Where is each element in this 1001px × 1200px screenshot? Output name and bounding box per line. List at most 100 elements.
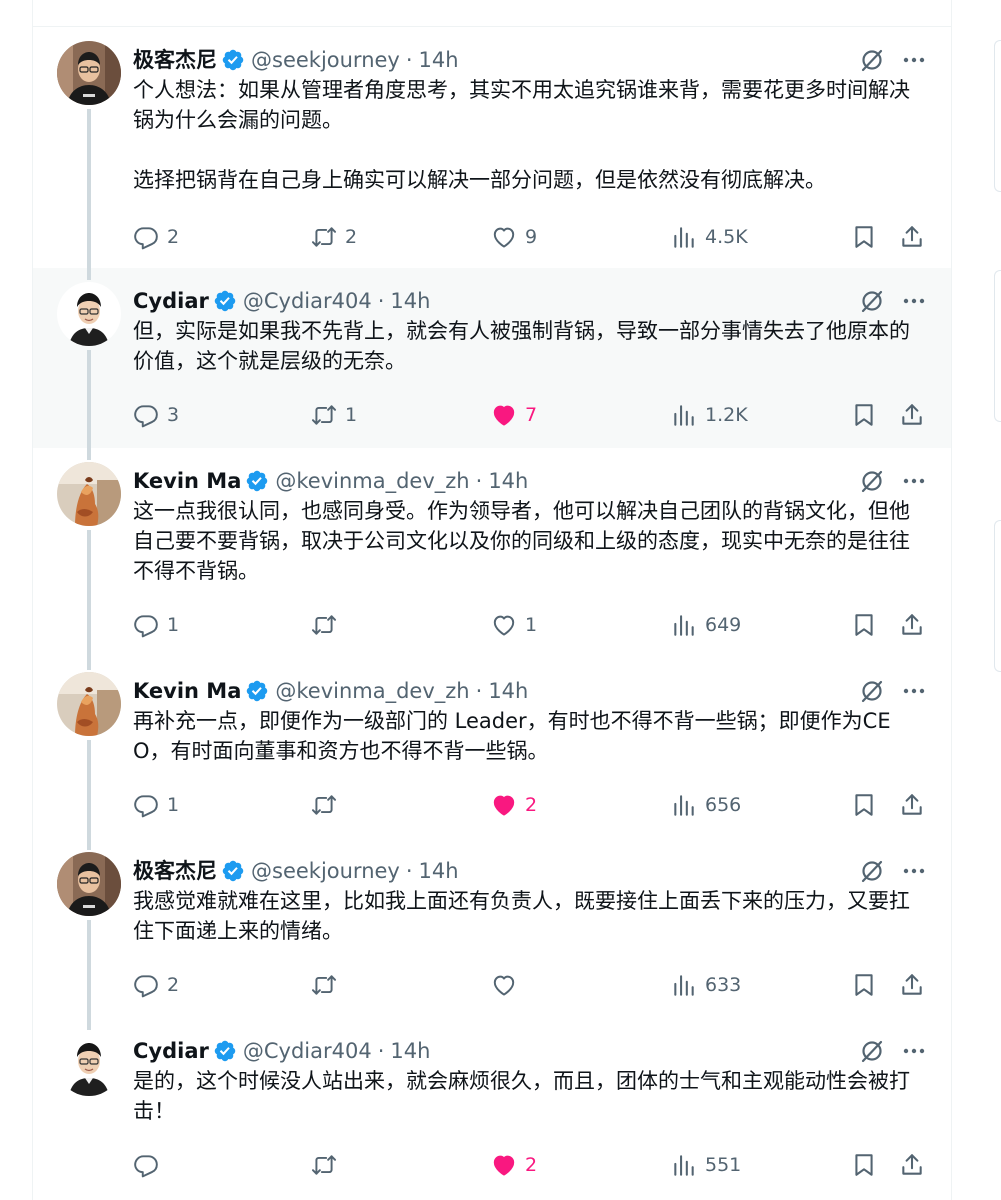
views-count: 649	[705, 614, 742, 636]
avatar[interactable]	[57, 1032, 121, 1096]
tweet[interactable]: Cydiar @Cydiar404 · 14h 但，实际是如果我不先背上，就会有…	[33, 268, 951, 448]
timestamp[interactable]: 14h	[390, 288, 430, 314]
user-handle[interactable]: @kevinma_dev_zh	[275, 678, 469, 704]
user-handle[interactable]: @kevinma_dev_zh	[275, 468, 469, 494]
retweet-icon	[311, 405, 337, 425]
reply-button[interactable]: 3	[133, 400, 179, 430]
reply-button[interactable]: 1	[133, 610, 179, 640]
action-bar: 2 551	[133, 1150, 933, 1180]
views-button[interactable]: 4.5K	[671, 222, 748, 252]
reply-button[interactable]: 1	[133, 790, 179, 820]
views-button[interactable]: 656	[671, 790, 741, 820]
like-button[interactable]: 9	[491, 222, 537, 252]
tweet[interactable]: 极客杰尼 @seekjourney · 14h 个人想法：如果从管理者角度思考，…	[33, 27, 951, 268]
user-handle[interactable]: @seekjourney	[251, 47, 400, 73]
avatar[interactable]	[57, 672, 121, 736]
more-icon[interactable]	[901, 678, 927, 704]
views-icon	[674, 795, 694, 816]
share-button[interactable]	[899, 400, 925, 430]
views-button[interactable]: 1.2K	[671, 400, 748, 430]
action-bar: 1 1 649	[133, 610, 933, 640]
more-icon[interactable]	[901, 288, 927, 314]
more-icon[interactable]	[901, 47, 927, 73]
share-button[interactable]	[899, 1150, 925, 1180]
views-button[interactable]: 649	[671, 610, 741, 640]
bookmark-button[interactable]	[851, 610, 877, 640]
like-button[interactable]: 2	[491, 790, 537, 820]
timestamp[interactable]: 14h	[488, 678, 528, 704]
like-button[interactable]: 2	[491, 1150, 537, 1180]
grok-icon[interactable]	[859, 858, 885, 884]
bookmark-icon	[855, 614, 873, 636]
views-button[interactable]: 633	[671, 970, 741, 1000]
reply-button[interactable]: 2	[133, 222, 179, 252]
display-name[interactable]: Kevin Ma	[133, 468, 241, 494]
retweet-button[interactable]: 2	[311, 222, 357, 252]
share-button[interactable]	[899, 790, 925, 820]
bookmark-button[interactable]	[851, 222, 877, 252]
like-button[interactable]: 7	[491, 400, 537, 430]
tweet[interactable]: Kevin Ma @kevinma_dev_zh · 14h 这一点我很认同，也…	[33, 448, 951, 658]
like-icon	[493, 615, 515, 636]
retweet-icon	[311, 975, 337, 995]
display-name[interactable]: Kevin Ma	[133, 678, 241, 704]
share-button[interactable]	[899, 970, 925, 1000]
retweet-icon	[311, 227, 337, 247]
tweet-text: 我感觉难就难在这里，比如我上面还有负责人，既要接住上面丢下来的压力，又要扛住下面…	[133, 889, 910, 943]
avatar[interactable]	[57, 462, 121, 526]
grok-icon[interactable]	[859, 678, 885, 704]
grok-icon[interactable]	[859, 288, 885, 314]
user-handle[interactable]: @seekjourney	[251, 858, 400, 884]
user-handle[interactable]: @Cydiar404	[243, 1038, 372, 1064]
timestamp[interactable]: 14h	[419, 858, 459, 884]
reply-button[interactable]: 2	[133, 970, 179, 1000]
views-button[interactable]: 551	[671, 1150, 741, 1180]
retweet-icon	[311, 1155, 337, 1175]
grok-icon[interactable]	[859, 47, 885, 73]
side-panel-edge	[994, 40, 1001, 192]
more-icon[interactable]	[901, 858, 927, 884]
display-name[interactable]: Cydiar	[133, 288, 209, 314]
grok-icon[interactable]	[859, 1038, 885, 1064]
timestamp[interactable]: 14h	[390, 1038, 430, 1064]
tweet[interactable]: Kevin Ma @kevinma_dev_zh · 14h 再补充一点，即便作…	[33, 658, 951, 838]
display-name[interactable]: Cydiar	[133, 1038, 209, 1064]
bookmark-button[interactable]	[851, 790, 877, 820]
avatar[interactable]	[57, 41, 121, 105]
tweet-text: 是的，这个时候没人站出来，就会麻烦很久，而且，团体的士气和主观能动性会被打击！	[133, 1069, 910, 1123]
thread-line	[87, 350, 91, 448]
bookmark-icon	[855, 404, 873, 426]
more-icon[interactable]	[901, 1038, 927, 1064]
like-count: 7	[525, 404, 538, 426]
reply-icon	[134, 795, 158, 818]
views-icon	[674, 1155, 694, 1176]
retweet-button[interactable]: 1	[311, 400, 357, 430]
display-name[interactable]: 极客杰尼	[133, 858, 217, 884]
grok-icon[interactable]	[859, 468, 885, 494]
timestamp[interactable]: 14h	[419, 47, 459, 73]
bookmark-button[interactable]	[851, 400, 877, 430]
bookmark-button[interactable]	[851, 1150, 877, 1180]
avatar[interactable]	[57, 282, 121, 346]
timeline-column: 极客杰尼 @seekjourney · 14h 个人想法：如果从管理者角度思考，…	[32, 0, 952, 1200]
like-button[interactable]: 1	[491, 610, 537, 640]
retweet-button[interactable]	[311, 790, 345, 820]
share-button[interactable]	[899, 222, 925, 252]
user-handle[interactable]: @Cydiar404	[243, 288, 372, 314]
like-icon	[493, 975, 515, 996]
share-button[interactable]	[899, 610, 925, 640]
retweet-button[interactable]	[311, 970, 345, 1000]
avatar[interactable]	[57, 852, 121, 916]
retweet-button[interactable]	[311, 610, 345, 640]
reply-button[interactable]	[133, 1150, 167, 1180]
retweet-button[interactable]	[311, 1150, 345, 1180]
more-icon[interactable]	[901, 468, 927, 494]
action-bar: 2 2 9 4.5K	[133, 222, 933, 252]
tweet[interactable]: 极客杰尼 @seekjourney · 14h 我感觉难就难在这里，比如我上面还…	[33, 838, 951, 1018]
bookmark-button[interactable]	[851, 970, 877, 1000]
like-button[interactable]	[491, 970, 525, 1000]
tweet[interactable]: Cydiar @Cydiar404 · 14h 是的，这个时候没人站出来，就会麻…	[33, 1018, 951, 1200]
display-name[interactable]: 极客杰尼	[133, 47, 217, 73]
tweet-header: Cydiar @Cydiar404 · 14h	[133, 288, 430, 314]
timestamp[interactable]: 14h	[488, 468, 528, 494]
